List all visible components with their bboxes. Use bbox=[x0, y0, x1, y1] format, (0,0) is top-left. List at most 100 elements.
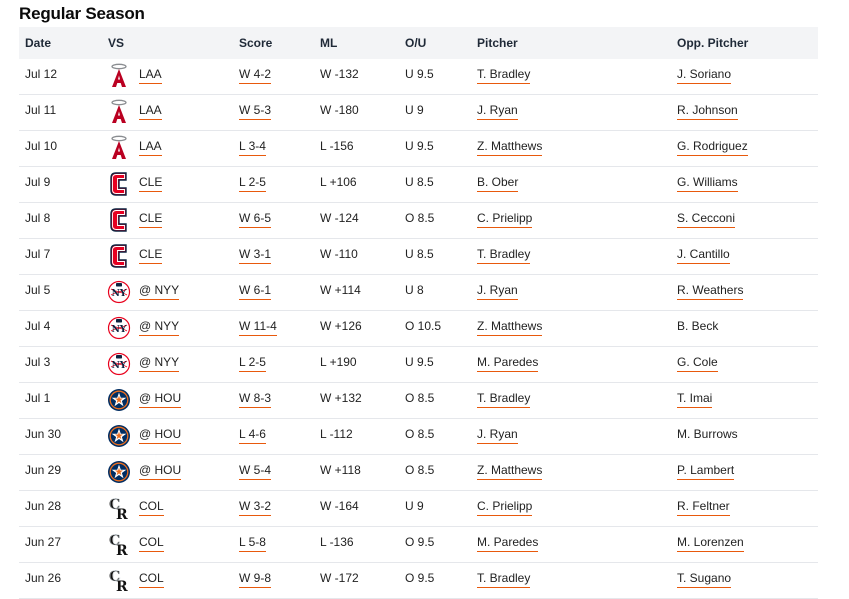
opp-pitcher-link[interactable]: G. Rodriguez bbox=[677, 139, 748, 156]
pitcher-link[interactable]: T. Bradley bbox=[477, 247, 531, 264]
over-under-result: U 9 bbox=[405, 103, 424, 117]
opponent-team-link[interactable]: @ NYY bbox=[139, 283, 180, 300]
astros-logo-icon bbox=[107, 423, 131, 449]
game-score[interactable]: W 9-8 bbox=[239, 571, 272, 588]
over-under-result: U 8.5 bbox=[405, 247, 434, 261]
table-row: Jul 8 CLE W 6-5 W -124 O 8.5 C. Prielipp S. Ce… bbox=[19, 203, 818, 239]
yankees-logo-icon: NY bbox=[107, 279, 131, 305]
game-score[interactable]: W 6-5 bbox=[239, 211, 272, 228]
moneyline-result: W -180 bbox=[320, 103, 359, 117]
svg-text:NY: NY bbox=[112, 361, 127, 371]
opp-pitcher-link[interactable]: G. Cole bbox=[677, 355, 718, 372]
game-score[interactable]: L 2-5 bbox=[239, 175, 266, 192]
opponent-team-link[interactable]: LAA bbox=[139, 67, 162, 84]
game-score[interactable]: W 4-2 bbox=[239, 67, 272, 84]
angels-logo-icon bbox=[107, 135, 131, 161]
yankees-logo-icon: NY bbox=[107, 351, 131, 377]
game-score[interactable]: W 5-4 bbox=[239, 463, 272, 480]
game-score[interactable]: W 3-2 bbox=[239, 499, 272, 516]
game-score[interactable]: W 11-4 bbox=[239, 319, 277, 336]
pitcher-link[interactable]: J. Ryan bbox=[477, 283, 518, 300]
over-under-result: U 9.5 bbox=[405, 139, 434, 153]
opponent-team-link[interactable]: @ HOU bbox=[139, 427, 182, 444]
astros-logo-icon bbox=[107, 387, 131, 413]
opp-pitcher-link[interactable]: P. Lambert bbox=[677, 463, 735, 480]
opp-pitcher-link[interactable]: J. Soriano bbox=[677, 67, 732, 84]
opponent-team-link[interactable]: LAA bbox=[139, 139, 162, 156]
table-header: Date VS Score ML O/U Pitcher Opp. Pitche… bbox=[19, 27, 818, 59]
opponent-team-link[interactable]: CLE bbox=[139, 211, 163, 228]
opponent-team-link[interactable]: COL bbox=[139, 499, 164, 516]
pitcher-link[interactable]: J. Ryan bbox=[477, 427, 518, 444]
col-header-ou: O/U bbox=[405, 36, 427, 50]
section-title: Regular Season bbox=[19, 4, 145, 23]
game-score[interactable]: W 8-3 bbox=[239, 391, 272, 408]
pitcher-link[interactable]: T. Bradley bbox=[477, 571, 531, 588]
pitcher-link[interactable]: T. Bradley bbox=[477, 391, 531, 408]
moneyline-result: L -156 bbox=[320, 139, 354, 153]
opponent-team-link[interactable]: CLE bbox=[139, 247, 163, 264]
pitcher-link[interactable]: M. Paredes bbox=[477, 355, 539, 372]
pitcher-link[interactable]: M. Paredes bbox=[477, 535, 539, 552]
game-score[interactable]: W 6-1 bbox=[239, 283, 272, 300]
over-under-result: O 8.5 bbox=[405, 427, 435, 441]
pitcher-link[interactable]: C. Prielipp bbox=[477, 499, 533, 516]
opponent-team-link[interactable]: @ NYY bbox=[139, 319, 180, 336]
opp-pitcher-link[interactable]: S. Cecconi bbox=[677, 211, 736, 228]
game-score[interactable]: W 5-3 bbox=[239, 103, 272, 120]
pitcher-link[interactable]: Z. Matthews bbox=[477, 463, 543, 480]
opponent-team-link[interactable]: @ NYY bbox=[139, 355, 180, 372]
opponent-team-link[interactable]: COL bbox=[139, 535, 164, 552]
col-header-vs: VS bbox=[108, 36, 125, 50]
moneyline-result: W -110 bbox=[320, 247, 358, 261]
opp-pitcher-link[interactable]: R. Johnson bbox=[677, 103, 738, 120]
opponent-team-link[interactable]: @ HOU bbox=[139, 463, 182, 480]
opp-pitcher-link[interactable]: T. Imai bbox=[677, 391, 713, 408]
opp-pitcher-link[interactable]: M. Lorenzen bbox=[677, 535, 744, 552]
moneyline-result: L +190 bbox=[320, 355, 357, 369]
opp-pitcher-link[interactable]: R. Feltner bbox=[677, 499, 730, 516]
over-under-result: O 8.5 bbox=[405, 463, 435, 477]
table-row: Jul 7 CLE W 3-1 W -110 U 8.5 T. Bradley J. Can… bbox=[19, 239, 818, 275]
col-header-opp-pitcher: Opp. Pitcher bbox=[677, 36, 749, 50]
moneyline-result: W +114 bbox=[320, 283, 361, 297]
game-score[interactable]: W 3-1 bbox=[239, 247, 272, 264]
game-date: Jun 29 bbox=[25, 463, 62, 477]
game-score[interactable]: L 3-4 bbox=[239, 139, 266, 156]
game-score[interactable]: L 4-6 bbox=[239, 427, 266, 444]
pitcher-link[interactable]: B. Ober bbox=[477, 175, 519, 192]
table-row: Jun 27 C R C COL L 5-8 L -136 O 9.5 M. Paredes M.… bbox=[19, 527, 818, 563]
moneyline-result: W -164 bbox=[320, 499, 359, 513]
over-under-result: U 9 bbox=[405, 499, 424, 513]
astros-logo-icon bbox=[107, 459, 131, 485]
opp-pitcher-link[interactable]: R. Weathers bbox=[677, 283, 744, 300]
game-date: Jul 1 bbox=[25, 391, 51, 405]
opponent-team-link[interactable]: @ HOU bbox=[139, 391, 182, 408]
game-score[interactable]: L 2-5 bbox=[239, 355, 266, 372]
opp-pitcher-link[interactable]: J. Cantillo bbox=[677, 247, 730, 264]
col-header-pitcher: Pitcher bbox=[477, 36, 518, 50]
opponent-team-link[interactable]: COL bbox=[139, 571, 164, 588]
over-under-result: U 8 bbox=[405, 283, 424, 297]
svg-text:C: C bbox=[110, 569, 121, 585]
col-header-score: Score bbox=[239, 36, 273, 50]
moneyline-result: L +106 bbox=[320, 175, 357, 189]
opponent-team-link[interactable]: CLE bbox=[139, 175, 163, 192]
pitcher-link[interactable]: J. Ryan bbox=[477, 103, 518, 120]
moneyline-result: W +132 bbox=[320, 391, 362, 405]
over-under-result: U 9.5 bbox=[405, 67, 434, 81]
moneyline-result: L -136 bbox=[320, 535, 354, 549]
opp-pitcher-link[interactable]: G. Williams bbox=[677, 175, 738, 192]
moneyline-result: W +126 bbox=[320, 319, 362, 333]
pitcher-link[interactable]: Z. Matthews bbox=[477, 319, 543, 336]
opponent-team-link[interactable]: LAA bbox=[139, 103, 162, 120]
pitcher-link[interactable]: T. Bradley bbox=[477, 67, 531, 84]
rockies-logo-icon: CRC bbox=[107, 495, 131, 521]
pitcher-link[interactable]: C. Prielipp bbox=[477, 211, 533, 228]
table-row: Jul 11 LAA W 5-3 W -180 U 9 J. Ryan R. Johnson bbox=[19, 95, 818, 131]
game-date: Jul 4 bbox=[25, 319, 51, 333]
pitcher-link[interactable]: Z. Matthews bbox=[477, 139, 543, 156]
game-score[interactable]: L 5-8 bbox=[239, 535, 266, 552]
opp-pitcher-link[interactable]: T. Sugano bbox=[677, 571, 732, 588]
game-date: Jun 27 bbox=[25, 535, 62, 549]
